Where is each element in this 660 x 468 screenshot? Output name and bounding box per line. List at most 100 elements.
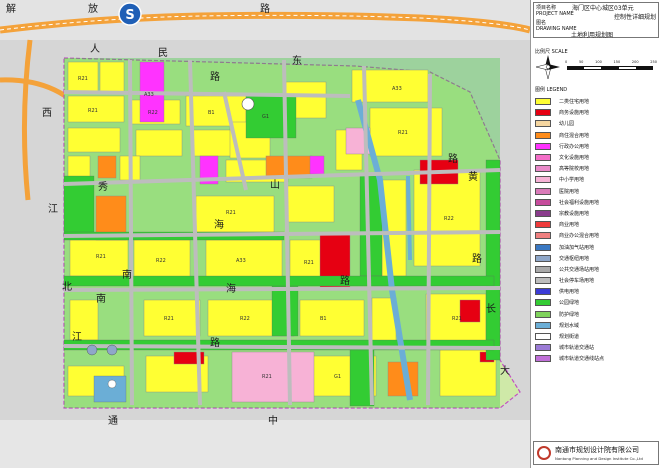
parcel-label: G1 <box>334 374 341 380</box>
legend-item: 规划水域 <box>535 320 657 331</box>
parcel-label: R21 <box>452 316 462 322</box>
legend-item: 商住混合用地 <box>535 130 657 141</box>
legend-swatch <box>535 109 551 117</box>
street-label: 江 <box>48 203 58 215</box>
legend-item: 规划街道 <box>535 331 657 342</box>
legend-label: 文化设施用地 <box>559 155 590 162</box>
parcel-label: R21 <box>88 108 98 114</box>
legend-label: 社会福利设施用地 <box>559 199 600 206</box>
legend-label: 公园绿地 <box>559 300 580 307</box>
legend-item: 公园绿地 <box>535 297 657 308</box>
legend-item: 宗教设施用地 <box>535 208 657 219</box>
legend-item: 供电用地 <box>535 286 657 297</box>
street-label: 南 <box>96 292 106 305</box>
legend-label: 城市轨道交通线站点 <box>559 356 605 363</box>
legend-item: 交通枢纽用地 <box>535 253 657 264</box>
parcel-label: R21 <box>262 374 272 380</box>
parcel-label: R21 <box>96 254 106 260</box>
legend-swatch <box>535 165 551 173</box>
legend-label: 商住混合用地 <box>559 132 590 139</box>
street-label: 通 <box>108 415 118 427</box>
legend-item: 城市轨道交通线站点 <box>535 353 657 364</box>
legend-label: 规划水域 <box>559 322 580 329</box>
legend-item: 高等院校用地 <box>535 163 657 174</box>
legend-swatch <box>535 198 551 206</box>
parcel-label: R22 <box>240 316 250 322</box>
north-arrow-icon <box>535 55 560 80</box>
parcel-label: R22 <box>444 216 454 222</box>
street-label: 山 <box>270 179 280 191</box>
legend-label: 防护绿地 <box>559 311 580 318</box>
parcel-label: R21 <box>304 260 314 266</box>
company-block: 南通市规划设计院有限公司 Nantong Planning and Design… <box>533 441 659 465</box>
street-label: 路 <box>260 2 270 15</box>
street-label: 民 <box>158 47 168 59</box>
drawing-name: 土地利用规划图 <box>571 32 614 39</box>
legend-label: 宗教设施用地 <box>559 210 590 217</box>
land-use-map: 解 放 路 西 人 民 路 东 秀 山 路 黄 江 海 路 南 南 海 路 北 … <box>0 0 530 468</box>
legend-label: 高等院校用地 <box>559 166 590 173</box>
project-name: 海门区中心城区03单元 <box>572 5 634 12</box>
street-label: 路 <box>448 152 458 165</box>
legend-label: 供电用地 <box>559 289 580 296</box>
legend-item: 中小学用地 <box>535 174 657 185</box>
legend-label: 加油加气站用地 <box>559 244 595 251</box>
street-label: 路 <box>210 70 220 83</box>
street-label: 人 <box>90 43 100 55</box>
legend-swatch <box>535 344 551 352</box>
parcel-label: B1 <box>320 316 327 322</box>
parcel-label: A33 <box>144 92 154 98</box>
legend-label: 社会停车场用地 <box>559 278 595 285</box>
legend-swatch <box>535 142 551 150</box>
company-name-en: Nantong Planning and Design Institute Co… <box>555 456 643 461</box>
legend-item: 社会福利设施用地 <box>535 197 657 208</box>
legend-label: 医院用地 <box>559 188 580 195</box>
parcel-label: G1 <box>262 114 269 120</box>
street-label: 南 <box>122 268 132 281</box>
legend-swatch <box>535 288 551 296</box>
parcel-label: A33 <box>392 86 402 92</box>
legend-swatch <box>535 333 551 341</box>
legend-item: 商业办公混合用地 <box>535 230 657 241</box>
legend-swatch <box>535 299 551 307</box>
parcel-label: A33 <box>236 258 246 264</box>
legend-swatch <box>535 154 551 162</box>
legend-item: 公共交通场站用地 <box>535 264 657 275</box>
legend-item: 防护绿地 <box>535 309 657 320</box>
legend-label: 商务设施用地 <box>559 110 590 117</box>
parcel-label: R21 <box>226 210 236 216</box>
company-name: 南通市规划设计院有限公司 <box>555 446 639 454</box>
legend-item: 文化设施用地 <box>535 152 657 163</box>
legend-swatch <box>535 243 551 251</box>
legend-swatch <box>535 98 551 106</box>
street-label: 放 <box>88 2 98 15</box>
legend-swatch <box>535 221 551 229</box>
street-label: 海 <box>214 218 224 231</box>
project-label-en: PROJECT NAME <box>536 11 574 17</box>
project-subname: 控制性详细规划 <box>614 14 657 21</box>
metro-station-icon: S <box>118 2 142 26</box>
legend-item: 医院用地 <box>535 186 657 197</box>
legend-item: 城市轨道交通站 <box>535 342 657 353</box>
street-label: 路 <box>472 252 482 265</box>
legend-item: 商业用地 <box>535 219 657 230</box>
legend-swatch <box>535 277 551 285</box>
street-label: 中 <box>268 414 278 427</box>
street-label: 秀 <box>98 181 108 193</box>
parcel-label: R21 <box>398 130 408 136</box>
street-label: 解 <box>6 2 16 15</box>
legend-swatch <box>535 176 551 184</box>
legend-swatch <box>535 254 551 262</box>
legend-item: 行政办公用地 <box>535 141 657 152</box>
legend-label: 行政办公用地 <box>559 143 590 150</box>
legend-swatch <box>535 265 551 273</box>
legend-title: 图例 LEGEND <box>535 87 568 93</box>
street-label: 大 <box>500 364 510 377</box>
legend-swatch <box>535 232 551 240</box>
street-label: 江 <box>72 331 82 343</box>
street-label: 西 <box>42 108 52 119</box>
legend-swatch <box>535 310 551 318</box>
parcel-label: R22 <box>156 258 166 264</box>
legend-list: 二类住宅用地 商务设施用地 幼儿园 商住混合用地 行政办公用地 文化设施用地 高等院校用地中… <box>535 96 657 365</box>
legend-swatch <box>535 120 551 128</box>
